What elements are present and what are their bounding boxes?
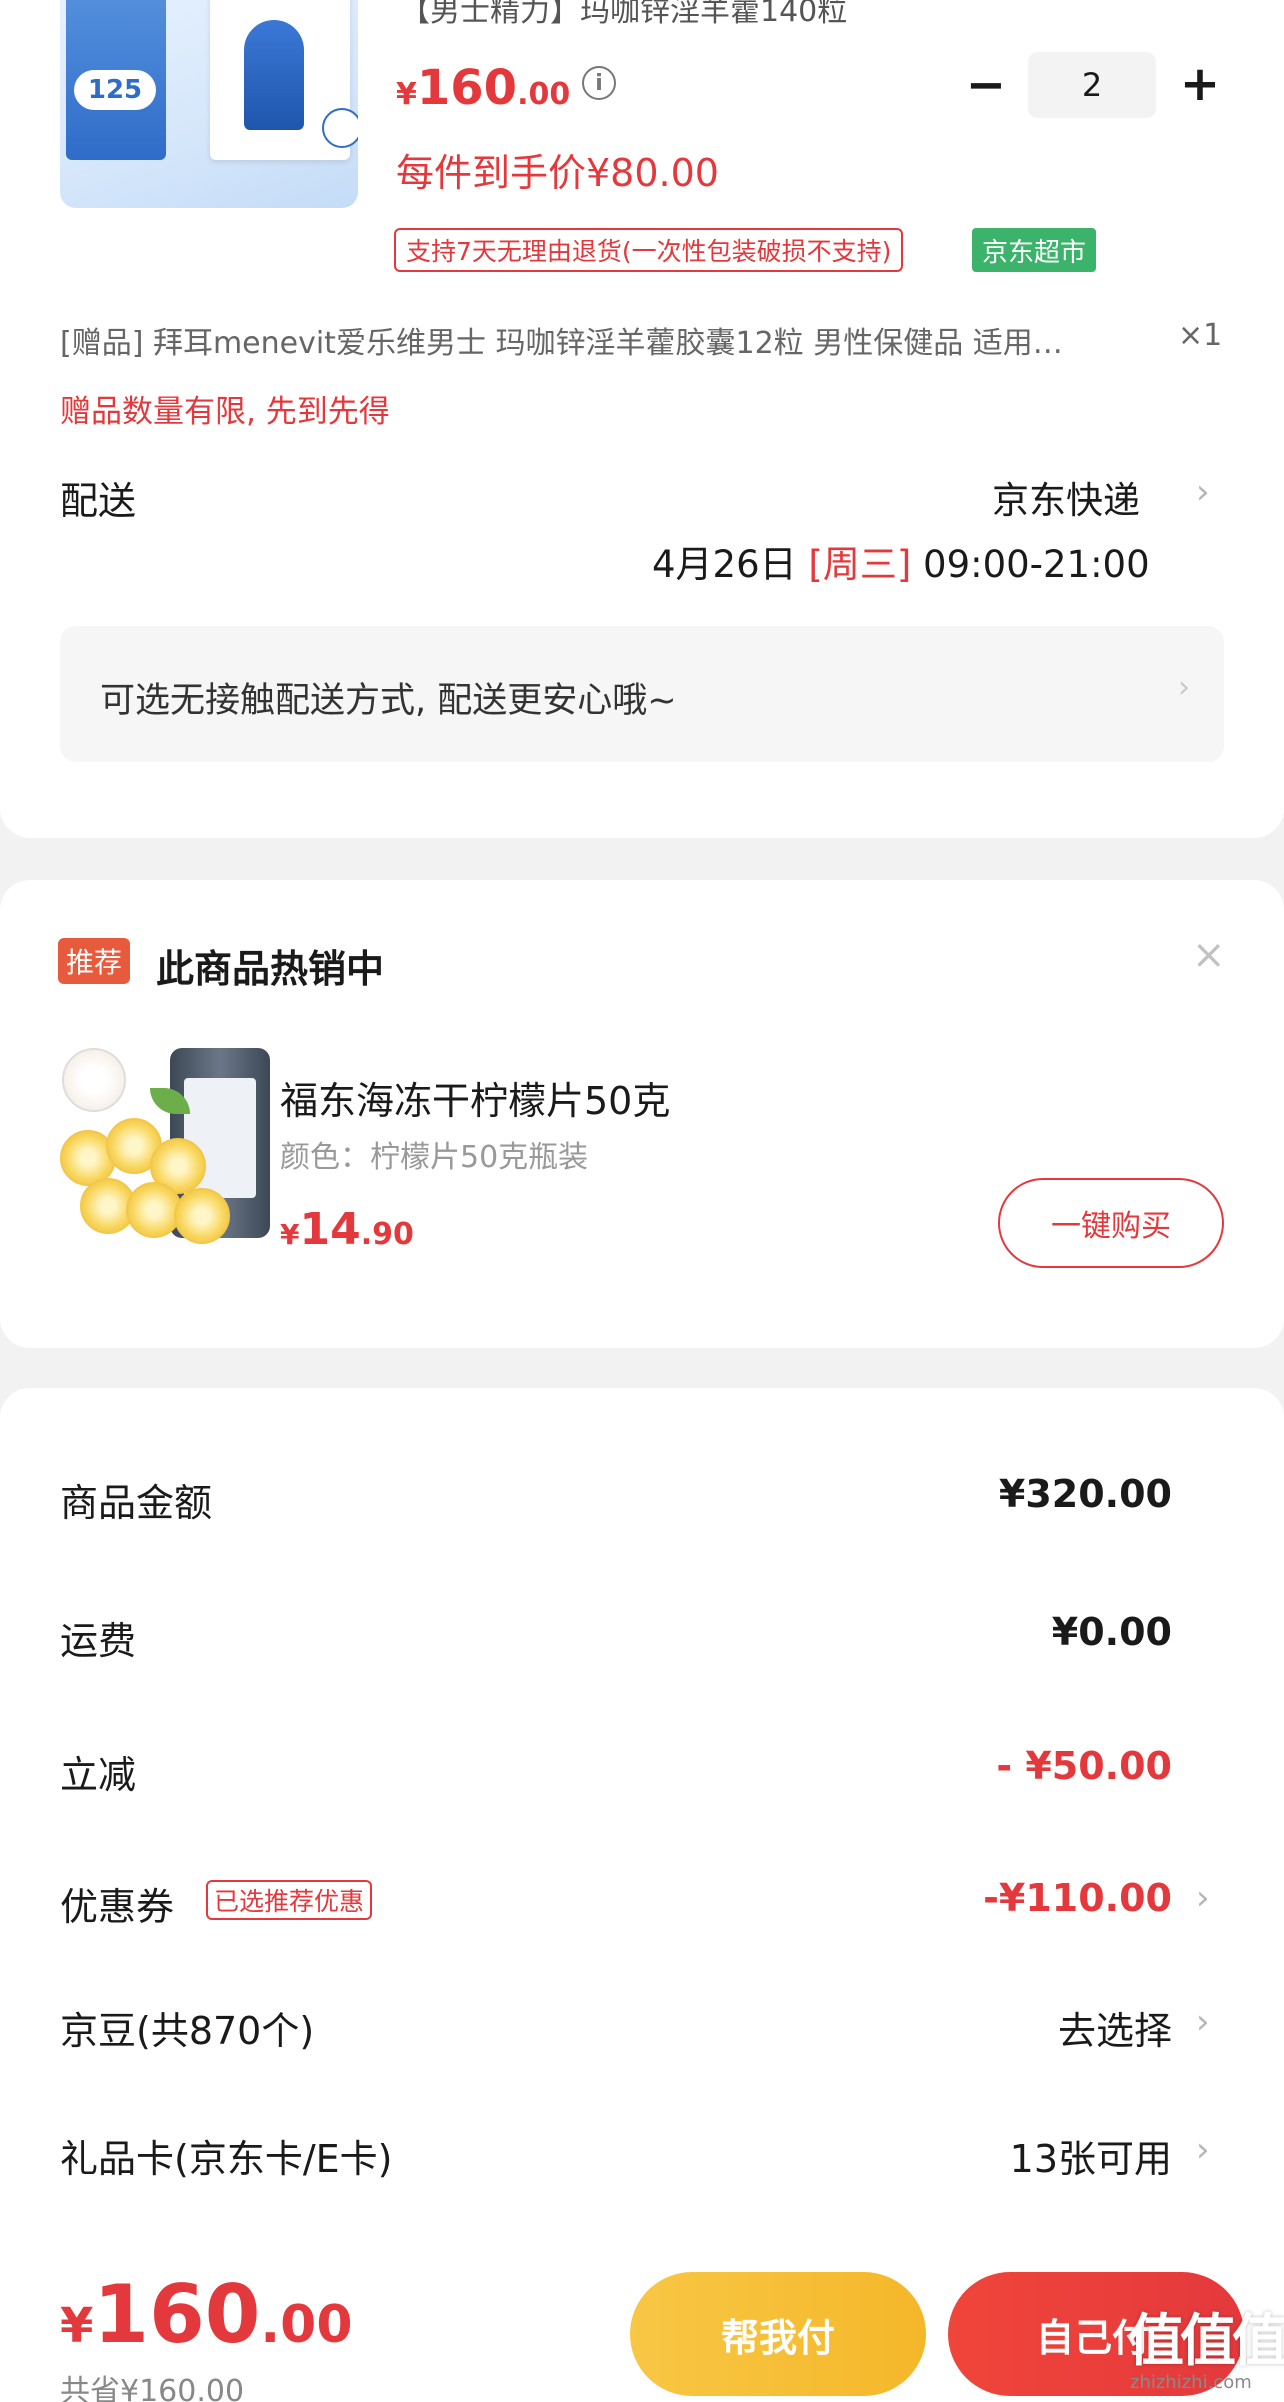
lemon-slice [174,1188,230,1244]
gift-card-value[interactable]: 13张可用 [1010,2128,1172,2183]
subtotal-value: ¥320.00 [998,1472,1172,1516]
help-pay-button[interactable]: 帮我付 [630,2272,926,2396]
total-price: ¥160.00 [60,2268,353,2361]
bowl-shape [62,1048,126,1112]
product-price: ¥160.00 [396,60,571,116]
close-icon[interactable]: × [1192,932,1226,978]
quantity-decrease-button[interactable]: − [966,57,1006,113]
recommend-product-spec: 颜色：柠檬片50克瓶装 [280,1140,589,1175]
gift-quantity: ×1 [1178,318,1223,353]
order-product-card: 125 【男士精力】玛咖锌淫羊藿140粒 ¥160.00 i − 2 + 每件到… [0,0,1284,838]
shipping-method[interactable]: 京东快递 [992,470,1140,524]
quantity-input[interactable]: 2 [1028,52,1156,118]
watermark-url: zhizhizhi.com [1130,2372,1252,2393]
recommend-product-image[interactable] [60,1048,276,1258]
shipping-fee-value: ¥0.00 [1051,1610,1172,1654]
product-image-badge-text: 125 [74,70,156,110]
product-image[interactable]: 125 [60,0,358,208]
jd-supermarket-tag: 京东超市 [972,228,1097,272]
quantity-increase-button[interactable]: + [1178,56,1222,112]
gift-item[interactable]: [赠品] 拜耳menevit爱乐维男士 玛咖锌淫羊藿胶囊12粒 男性保健品 适用… [60,318,1220,362]
gift-card-label[interactable]: 礼品卡(京东卡/E卡) [60,2128,392,2183]
contactless-delivery-text: 可选无接触配送方式, 配送更安心哦~ [100,681,677,721]
product-figure [244,20,304,130]
discount-label: 立减 [60,1753,137,1797]
shipping-fee-label: 运费 [60,1619,137,1663]
shipping-time[interactable]: 4月26日 [周三] 09:00-21:00 [652,534,1150,588]
product-seal [322,108,358,148]
coupon-selected-tag: 已选推荐优惠 [206,1880,373,1920]
chevron-right-icon: › [1178,670,1190,705]
product-title[interactable]: 【男士精力】玛咖锌淫羊藿140粒 [400,0,847,30]
discount-value: - ¥50.00 [996,1744,1172,1788]
recommend-badge: 推荐 [58,938,131,984]
one-click-buy-button[interactable]: 一键购买 [998,1178,1224,1268]
jd-beans-value[interactable]: 去选择 [1058,2000,1172,2055]
unit-price-label: 每件到手价¥80.00 [396,151,719,195]
chevron-right-icon[interactable]: › [1196,2002,1210,2042]
recommend-title: 此商品热销中 [156,947,385,991]
recommend-product-price: ¥14.90 [280,1204,414,1255]
order-summary-card: 商品金额 ¥320.00 运费 ¥0.00 立减 - ¥50.00 优惠券 已选… [0,1388,1284,2402]
chevron-right-icon[interactable]: › [1196,472,1210,512]
chevron-right-icon[interactable]: › [1196,2130,1210,2170]
contactless-delivery-option[interactable]: 可选无接触配送方式, 配送更安心哦~ › [60,626,1224,762]
total-saved: 共省¥160.00 [60,2374,245,2402]
price-info-icon[interactable]: i [582,66,616,100]
coupon-value[interactable]: -¥110.00 [983,1876,1172,1920]
gift-limit-notice: 赠品数量有限, 先到先得 [60,394,390,430]
return-policy-tag: 支持7天无理由退货(一次性包装破损不支持) [394,228,904,272]
recommend-product-name[interactable]: 福东海冻干柠檬片50克 [280,1070,670,1125]
watermark-logo: 值值值 [1128,2309,1284,2374]
subtotal-label: 商品金额 [60,1481,213,1525]
chevron-right-icon[interactable]: › [1196,1878,1210,1918]
coupon-label[interactable]: 优惠券 [60,1876,174,1931]
jd-beans-label[interactable]: 京豆(共870个) [60,2000,314,2055]
shipping-label: 配送 [60,479,137,523]
recommendation-card: 推荐 此商品热销中 × 福东海冻干柠檬片50克 颜色：柠檬片50克瓶装 ¥14.… [0,880,1284,1348]
